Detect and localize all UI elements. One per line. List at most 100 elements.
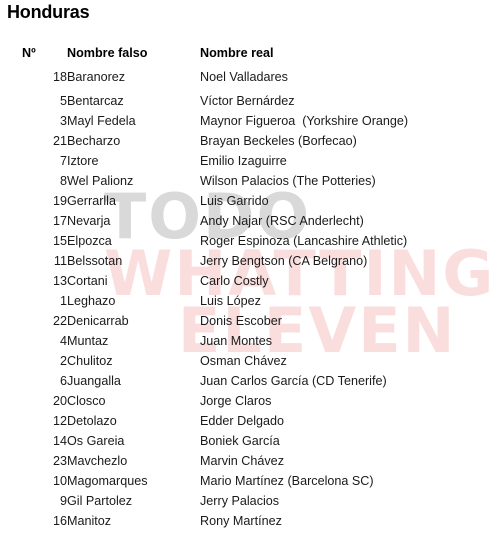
cell-real-name: Luis López bbox=[200, 294, 261, 308]
cell-number: 2 bbox=[59, 354, 67, 368]
cell-fake-name: Gerrarlla bbox=[67, 194, 116, 208]
cell-fake-name: Manitoz bbox=[67, 514, 112, 528]
cell-number: 7 bbox=[59, 154, 67, 168]
cell-real-name: Mario Martínez (Barcelona SC) bbox=[200, 474, 374, 488]
page-title: Honduras bbox=[7, 2, 90, 22]
cell-real-name: Edder Delgado bbox=[200, 414, 285, 428]
cell-fake-name: Iztore bbox=[67, 154, 99, 168]
cell-fake-name: Leghazo bbox=[67, 294, 116, 308]
cell-number: 11 bbox=[53, 254, 67, 268]
cell-real-name: Brayan Beckeles (Borfecao) bbox=[200, 134, 357, 148]
cell-real-name: Wilson Palacios (The Potteries) bbox=[200, 174, 376, 188]
cell-real-name: Roger Espinoza (Lancashire Athletic) bbox=[200, 234, 408, 248]
cell-real-name: Boniek García bbox=[200, 434, 280, 448]
table-row: 23 Mavchezlo Marvin Chávez bbox=[0, 451, 408, 471]
table-row: 15 Elpozca Roger Espinoza (Lancashire Athl… bbox=[0, 231, 408, 251]
table-row: 1 Leghazo Luis López bbox=[0, 291, 408, 311]
table-row: 20 Closco Jorge Claros bbox=[0, 391, 408, 411]
table-row: 3 Mayl Fedela Maynor Figueroa (Yorkshire O… bbox=[0, 111, 408, 131]
cell-real-name: Maynor Figueroa (Yorkshire Orange) bbox=[200, 114, 409, 128]
cell-fake-name: Os Gareia bbox=[67, 434, 125, 448]
table-row: 13 Cortani Carlo Costly bbox=[0, 271, 408, 291]
table-row: 14 Os Gareia Boniek García bbox=[0, 431, 408, 451]
cell-fake-name: Muntaz bbox=[67, 334, 109, 348]
table-row: 9 Gil Partolez Jerry Palacios bbox=[0, 491, 408, 511]
cell-real-name: Emilio Izaguirre bbox=[200, 154, 287, 168]
cell-real-name: Juan Carlos García (CD Tenerife) bbox=[200, 374, 387, 388]
table-row: 21 Becharzo Brayan Beckeles (Borfecao) bbox=[0, 131, 408, 151]
table-row: 22 Denicarrab Donis Escober bbox=[0, 311, 408, 331]
cell-number: 3 bbox=[59, 114, 67, 128]
column-header-real-name: Nombre real bbox=[200, 46, 274, 60]
cell-real-name: Jerry Palacios bbox=[200, 494, 280, 508]
cell-fake-name: Bentarcaz bbox=[67, 94, 124, 108]
cell-number: 9 bbox=[59, 494, 67, 508]
cell-number: 14 bbox=[52, 434, 67, 448]
cell-fake-name: Juangalla bbox=[67, 374, 121, 388]
cell-real-name: Jorge Claros bbox=[200, 394, 272, 408]
cell-fake-name: Wel Palionz bbox=[67, 174, 134, 188]
table-row: 8 Wel Palionz Wilson Palacios (The Potteri… bbox=[0, 171, 408, 191]
cell-real-name: Carlo Costly bbox=[200, 274, 269, 288]
cell-fake-name: Detolazo bbox=[67, 414, 117, 428]
cell-fake-name: Magomarques bbox=[67, 474, 148, 488]
cell-number: 23 bbox=[52, 454, 67, 468]
table-row: 2 Chulitoz Osman Chávez bbox=[0, 351, 408, 371]
cell-fake-name: Closco bbox=[67, 394, 106, 408]
table-body: 18 Baranorez Noel Valladares 5 Bentarcaz Víct… bbox=[0, 63, 408, 531]
cell-fake-name: Baranorez bbox=[67, 70, 126, 84]
table-row: 11 Belssotan Jerry Bengtson (CA Belgrano) bbox=[0, 251, 408, 271]
cell-fake-name: Belssotan bbox=[67, 254, 123, 268]
cell-real-name: Donis Escober bbox=[200, 314, 282, 328]
cell-fake-name: Becharzo bbox=[67, 134, 121, 148]
cell-fake-name: Cortani bbox=[67, 274, 108, 288]
cell-real-name: Juan Montes bbox=[200, 334, 273, 348]
cell-real-name: Rony Martínez bbox=[200, 514, 282, 528]
cell-fake-name: Denicarrab bbox=[67, 314, 129, 328]
cell-number: 16 bbox=[52, 514, 67, 528]
cell-number: 1 bbox=[59, 294, 67, 308]
cell-real-name: Andy Najar (RSC Anderlecht) bbox=[200, 214, 364, 228]
cell-number: 19 bbox=[52, 194, 67, 208]
cell-number: 12 bbox=[52, 414, 67, 428]
cell-number: 6 bbox=[59, 374, 67, 388]
cell-number: 10 bbox=[52, 474, 67, 488]
cell-real-name: Luis Garrido bbox=[200, 194, 269, 208]
cell-number: 18 bbox=[52, 70, 67, 84]
column-header-number: Nº bbox=[22, 46, 36, 60]
table-row: 10 Magomarques Mario Martínez (Barcelona S… bbox=[0, 471, 408, 491]
cell-number: 13 bbox=[52, 274, 67, 288]
cell-real-name: Marvin Chávez bbox=[200, 454, 284, 468]
cell-number: 21 bbox=[52, 134, 67, 148]
cell-real-name: Noel Valladares bbox=[200, 70, 288, 84]
table-row: 4 Muntaz Juan Montes bbox=[0, 331, 408, 351]
cell-number: 4 bbox=[59, 334, 67, 348]
table-header-row: Nº Nombre falso Nombre real bbox=[0, 43, 408, 63]
cell-number: 5 bbox=[59, 94, 67, 108]
table-row: 16 Manitoz Rony Martínez bbox=[0, 511, 408, 531]
cell-fake-name: Gil Partolez bbox=[67, 494, 133, 508]
cell-fake-name: Elpozca bbox=[67, 234, 112, 248]
table-row: 7 Iztore Emilio Izaguirre bbox=[0, 151, 408, 171]
table-row: 18 Baranorez Noel Valladares bbox=[0, 63, 408, 91]
table-row: 19 Gerrarlla Luis Garrido bbox=[0, 191, 408, 211]
cell-number: 8 bbox=[59, 174, 67, 188]
cell-real-name: Jerry Bengtson (CA Belgrano) bbox=[200, 254, 368, 268]
cell-number: 22 bbox=[52, 314, 67, 328]
column-header-fake-name: Nombre falso bbox=[67, 46, 148, 60]
table-row: 5 Bentarcaz Víctor Bernárdez bbox=[0, 91, 408, 111]
cell-real-name: Osman Chávez bbox=[200, 354, 287, 368]
cell-fake-name: Mavchezlo bbox=[67, 454, 128, 468]
table-row: 12 Detolazo Edder Delgado bbox=[0, 411, 408, 431]
table-header: Nº Nombre falso Nombre real bbox=[0, 43, 408, 63]
squad-roster-table: Nº Nombre falso Nombre real 18 Baranorez N… bbox=[0, 43, 408, 531]
cell-real-name: Víctor Bernárdez bbox=[200, 94, 295, 108]
table-row: 6 Juangalla Juan Carlos García (CD Tenerif… bbox=[0, 371, 408, 391]
cell-fake-name: Mayl Fedela bbox=[67, 114, 136, 128]
cell-number: 15 bbox=[52, 234, 67, 248]
cell-fake-name: Chulitoz bbox=[67, 354, 113, 368]
cell-fake-name: Nevarja bbox=[67, 214, 111, 228]
cell-number: 20 bbox=[52, 394, 67, 408]
cell-number: 17 bbox=[52, 214, 67, 228]
table-row: 17 Nevarja Andy Najar (RSC Anderlecht) bbox=[0, 211, 408, 231]
